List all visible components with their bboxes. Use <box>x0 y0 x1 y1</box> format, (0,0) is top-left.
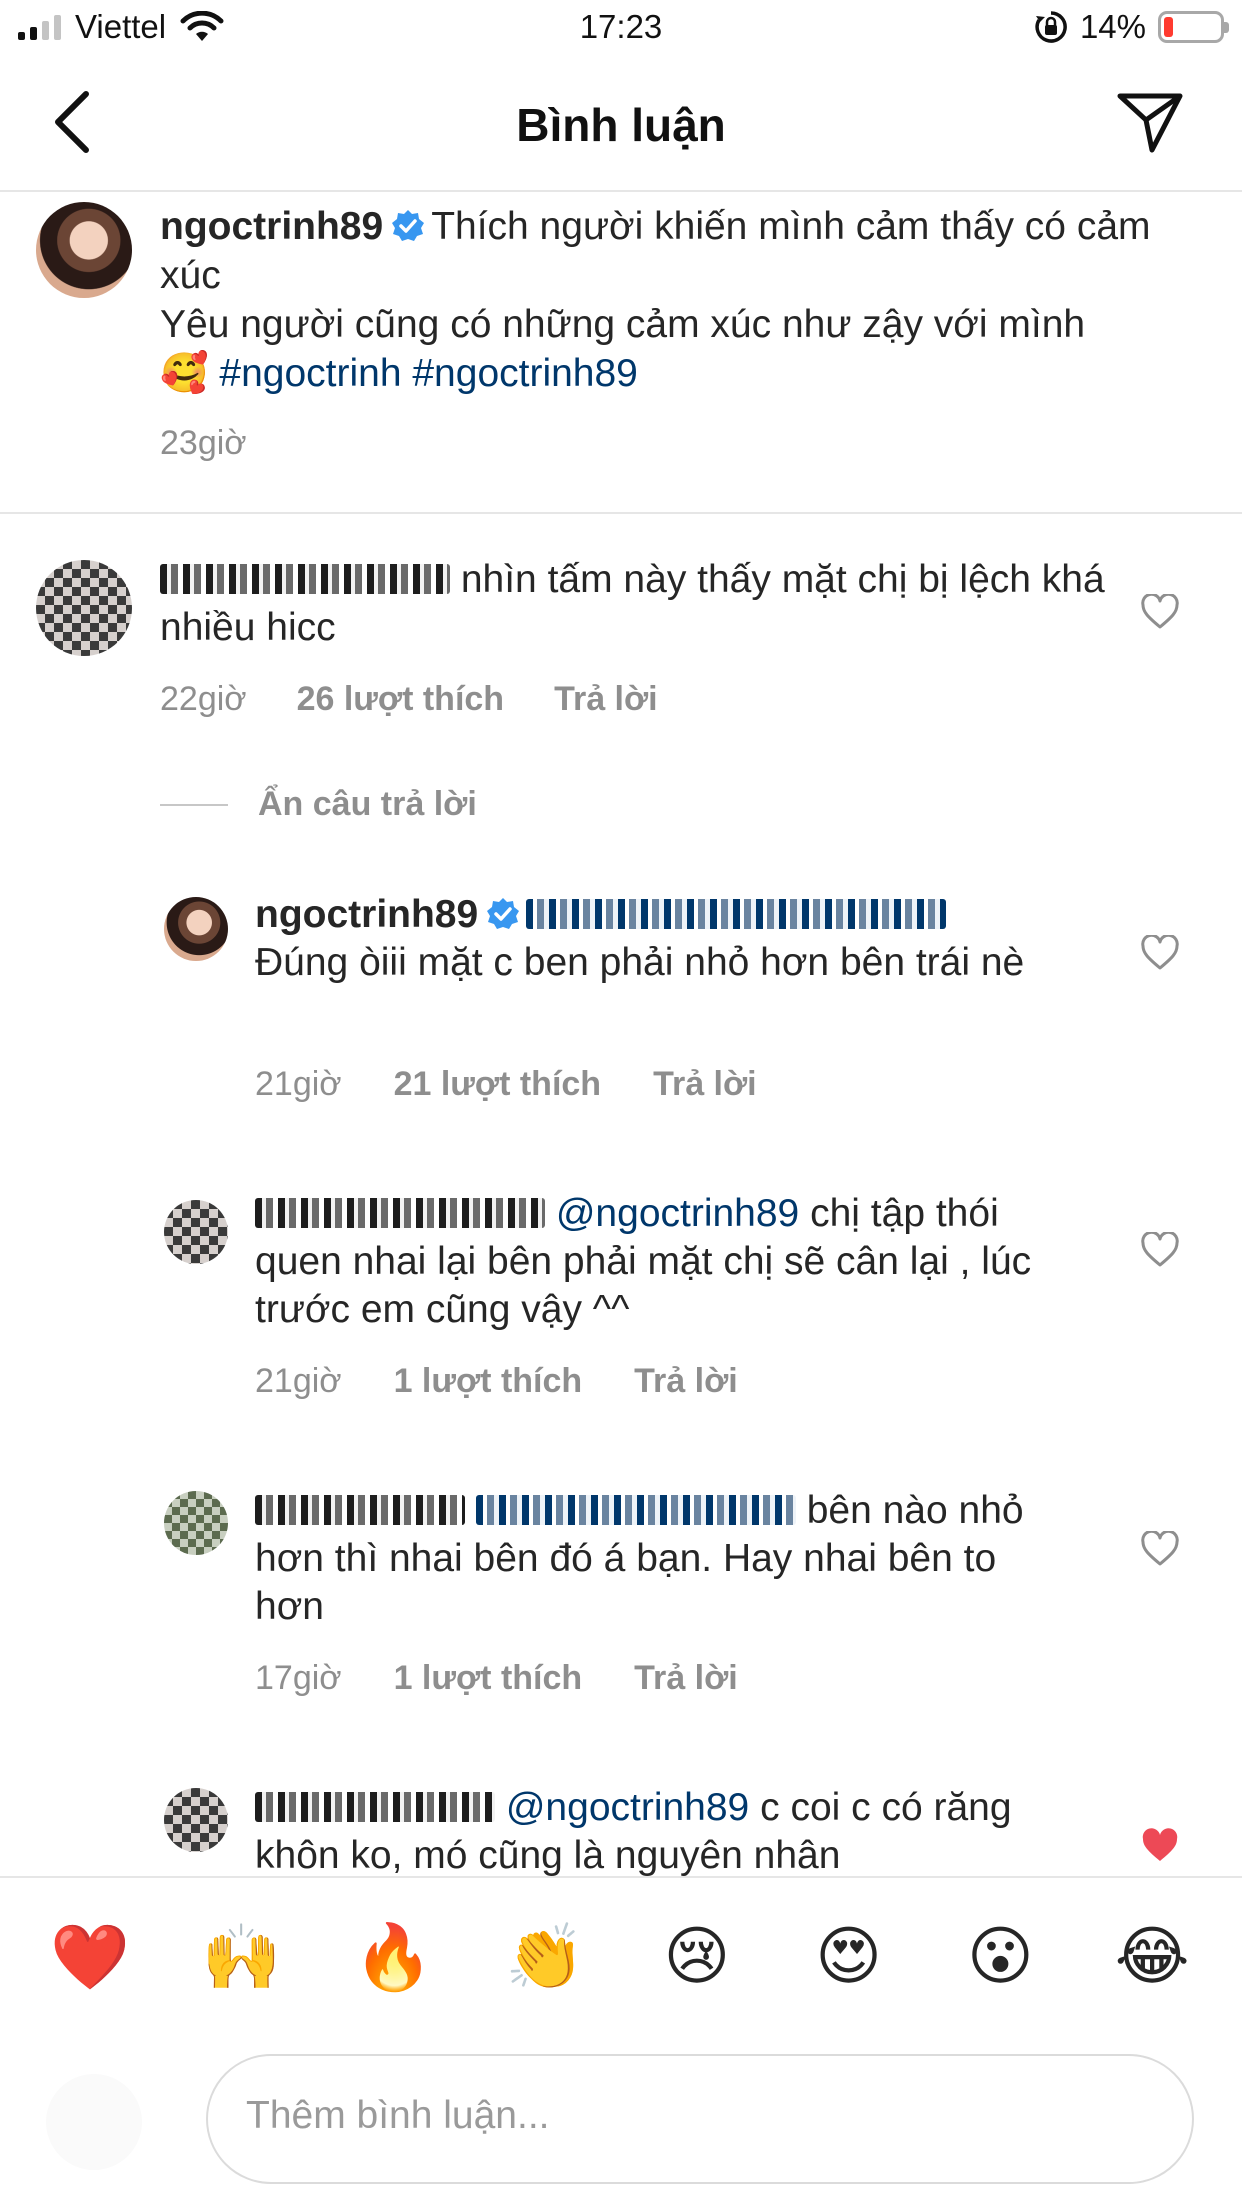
hide-replies-button[interactable]: Ẩn câu trả lời <box>160 785 477 824</box>
raising-hands-emoji-icon[interactable]: 🙌 <box>197 1920 287 1995</box>
reply-body: Đúng òiii mặt c ben phải nhỏ hơn bên trá… <box>255 941 1025 984</box>
verified-badge-icon <box>392 210 425 241</box>
reply-item: bên nào nhỏ hơn thì nhai bên đó á bạn. H… <box>0 1487 1242 1727</box>
status-right: 14% <box>1034 8 1229 46</box>
avatar[interactable] <box>164 1788 228 1852</box>
likes-count[interactable]: 1 lượt thích <box>394 1659 583 1698</box>
likes-count[interactable]: 21 lượt thích <box>394 1065 602 1104</box>
reply-meta: 21giờ 1 lượt thích Trả lời <box>255 1362 738 1401</box>
battery-percent: 14% <box>1079 8 1146 45</box>
mention-link[interactable]: @ngoctrinh89 <box>506 1786 749 1829</box>
red-heart-emoji-icon[interactable]: ❤️ <box>45 1920 135 1995</box>
reply-button[interactable]: Trả lời <box>634 1659 738 1698</box>
heart-filled-icon[interactable] <box>1140 1828 1180 1864</box>
hide-replies-label: Ẩn câu trả lời <box>258 785 477 823</box>
caption-time: 23giờ <box>160 424 247 462</box>
reply-item: ngoctrinh89 Đúng òiii mặt c ben phải nhỏ… <box>0 885 1242 1115</box>
my-avatar <box>46 2074 142 2170</box>
redacted-username[interactable] <box>255 1495 465 1525</box>
reply-button[interactable]: Trả lời <box>554 680 658 719</box>
heart-outline-icon[interactable] <box>1140 594 1180 630</box>
reply-text: @ngoctrinh89 chị tập thói quen nhai lại … <box>255 1190 1075 1334</box>
caption-line-2: Yêu người cũng có những cảm xúc như zậy … <box>160 303 1086 346</box>
caption-username[interactable]: ngoctrinh89 <box>160 205 383 248</box>
reply-text: bên nào nhỏ hơn thì nhai bên đó á bạn. H… <box>255 1487 1075 1631</box>
reply-meta: 21giờ 21 lượt thích Trả lời <box>255 1065 757 1104</box>
reply-text: ngoctrinh89 Đúng òiii mặt c ben phải nhỏ… <box>255 891 1075 987</box>
reply-text: @ngoctrinh89 c coi c có răng khôn ko, mó… <box>255 1784 1075 1876</box>
reply-username[interactable]: ngoctrinh89 <box>255 893 478 936</box>
tears-of-joy-emoji-icon[interactable]: 😂 <box>1107 1920 1197 1994</box>
comment-input-row: Thêm bình luận... <box>0 2036 1242 2208</box>
surprised-face-emoji-icon[interactable]: 😮 <box>955 1920 1045 1994</box>
caption-hashtags[interactable]: #ngoctrinh #ngoctrinh89 <box>219 352 637 395</box>
comment-meta: 22giờ 26 lượt thích Trả lời <box>160 680 658 719</box>
send-icon[interactable] <box>1116 90 1184 154</box>
quick-emoji-bar: ❤️ 🙌 🔥 👏 😢 😍 😮 😂 <box>0 1876 1242 2036</box>
heart-eyes-emoji-icon[interactable]: 😍 <box>804 1920 894 1994</box>
heart-outline-icon[interactable] <box>1140 1232 1180 1268</box>
avatar[interactable] <box>164 1491 228 1555</box>
mention-link[interactable]: @ngoctrinh89 <box>556 1192 799 1235</box>
comment-item: nhìn tấm này thấy mặt chị bị lệch khá nh… <box>0 514 1242 784</box>
caption-text: ngoctrinh89 Thích người khiến mình cảm t… <box>160 202 1200 398</box>
battery-icon <box>1158 11 1229 43</box>
reply-button[interactable]: Trả lời <box>634 1362 738 1401</box>
reply-time: 21giờ <box>255 1065 342 1103</box>
reply-meta: 17giờ 1 lượt thích Trả lời <box>255 1659 738 1698</box>
redacted-username[interactable] <box>255 1198 545 1228</box>
header: Bình luận <box>0 60 1242 192</box>
redacted-mention[interactable] <box>475 1495 796 1525</box>
redacted-mention[interactable] <box>526 899 947 929</box>
crying-face-emoji-icon[interactable]: 😢 <box>652 1920 742 1994</box>
avatar[interactable] <box>164 1200 228 1264</box>
clapping-hands-emoji-icon[interactable]: 👏 <box>500 1920 590 1995</box>
redacted-username[interactable] <box>160 564 450 594</box>
heart-outline-icon[interactable] <box>1140 1531 1180 1567</box>
reply-item: @ngoctrinh89 chị tập thói quen nhai lại … <box>0 1190 1242 1430</box>
avatar[interactable] <box>36 560 132 656</box>
rotation-lock-icon <box>1035 11 1067 43</box>
reply-button[interactable]: Trả lời <box>653 1065 757 1104</box>
reply-item: @ngoctrinh89 c coi c có răng khôn ko, mó… <box>0 1784 1242 1876</box>
reply-time: 21giờ <box>255 1362 342 1400</box>
verified-badge-icon <box>487 898 520 929</box>
page-title: Bình luận <box>516 99 726 151</box>
avatar[interactable] <box>36 202 132 298</box>
divider <box>160 803 228 806</box>
likes-count[interactable]: 26 lượt thích <box>297 680 505 719</box>
avatar[interactable] <box>164 897 228 961</box>
comment-time: 22giờ <box>160 680 247 718</box>
status-bar: Viettel 17:23 14% <box>0 0 1242 60</box>
heart-outline-icon[interactable] <box>1140 935 1180 971</box>
fire-emoji-icon[interactable]: 🔥 <box>348 1920 438 1995</box>
reply-time: 17giờ <box>255 1659 342 1697</box>
likes-count[interactable]: 1 lượt thích <box>394 1362 583 1401</box>
redacted-username[interactable] <box>255 1792 495 1822</box>
post-caption: ngoctrinh89 Thích người khiến mình cảm t… <box>0 192 1242 514</box>
add-comment-input[interactable]: Thêm bình luận... <box>206 2054 1194 2184</box>
smiling-hearts-emoji-icon: 🥰 <box>160 351 209 396</box>
comment-text: nhìn tấm này thấy mặt chị bị lệch khá nh… <box>160 556 1120 652</box>
